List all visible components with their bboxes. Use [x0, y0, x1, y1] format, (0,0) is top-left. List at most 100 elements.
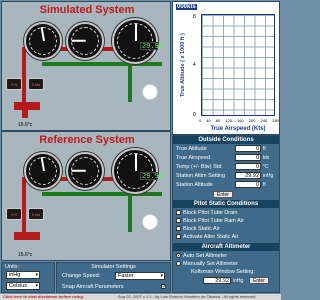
kollsman-enter-button[interactable]: Enter — [249, 277, 269, 284]
station-altim-setting-input[interactable]: 29.92 — [235, 172, 261, 179]
temperature-unit-select[interactable]: Celsius — [6, 282, 40, 290]
ref-altimeter-kollsman-window: 29.92 — [140, 172, 164, 181]
temp-deviation-unit: °C — [263, 164, 269, 170]
units-panel: Units: inHg Celsius — [1, 262, 55, 293]
block-pitot-ram-option[interactable]: Block Pitot Tube Ram Air — [176, 218, 244, 224]
ref-static-line — [42, 192, 162, 196]
change-speed-label: Change Speed: — [62, 273, 101, 279]
graph-ytick-8: 8 — [193, 14, 196, 20]
vertical-speed-indicator — [66, 22, 104, 60]
block-static-air-checkbox[interactable] — [176, 226, 181, 232]
graph-xtick: 240 — [260, 118, 268, 123]
outside-enter-button[interactable]: Enter — [213, 191, 233, 198]
static-port-gauge — [142, 84, 158, 100]
alternate-static-checkbox[interactable] — [176, 234, 181, 240]
reference-system-title: Reference System — [39, 134, 135, 146]
ref-static-line-down — [128, 192, 132, 232]
graph-xtick: 200 — [248, 118, 256, 123]
true-altitude-unit: ft — [263, 146, 266, 152]
ref-airspeed-indicator — [24, 152, 62, 190]
auto-set-altimeter-option[interactable]: Auto Set Altimeter — [176, 253, 227, 259]
simulator-settings-panel: Simulator Settings Change Speed: Faster … — [56, 262, 171, 293]
disclaimer-link[interactable]: Click here to view disclaimer before usi… — [3, 294, 84, 300]
block-pitot-drain-option[interactable]: Block Pitot Tube Drain — [176, 210, 237, 216]
true-altitude-label: True Altitude — [176, 146, 207, 152]
true-airspeed-unit: kts — [263, 155, 270, 161]
simulator-settings-header: Simulator Settings — [91, 264, 136, 270]
auto-set-radio[interactable] — [176, 253, 181, 259]
manual-set-label: Manually Set Altimeter — [183, 261, 238, 267]
graph-ytick-4: 4 — [193, 62, 196, 68]
temp-deviation-input[interactable]: 0 — [235, 163, 261, 170]
footer-bar: Click here to view disclaimer before usi… — [0, 294, 281, 300]
graph-xtick: 0 — [199, 118, 202, 123]
graph-xtick: 80 — [215, 118, 221, 123]
static-line — [42, 62, 162, 66]
altimeter — [112, 18, 158, 64]
graph-ytick-0: 0 — [193, 112, 196, 118]
kollsman-window-label: Kollsman Window Setting: — [191, 269, 255, 275]
station-altitude-unit: ft — [263, 182, 266, 188]
block-static-air-option[interactable]: Block Static Air — [176, 226, 220, 232]
alternate-static-label: Activate Alter Static Air — [183, 234, 239, 240]
pitot-tube — [14, 102, 40, 110]
manual-set-radio[interactable] — [176, 261, 181, 267]
true-altitude-input[interactable]: 0 — [235, 145, 261, 152]
manual-set-altimeter-option[interactable]: Manually Set Altimeter — [176, 261, 238, 267]
temperature-label: 15.6°c — [18, 122, 33, 128]
airspeed-indicator — [24, 22, 62, 60]
block-pitot-drain-label: Block Pitot Tube Drain — [183, 210, 238, 216]
graph-xtick: 120 — [225, 118, 232, 123]
block-static-air-label: Block Static Air — [183, 226, 220, 232]
ref-static-port-gauge — [142, 214, 158, 230]
static-line-down — [128, 62, 132, 102]
ref-vertical-speed-indicator — [66, 152, 104, 190]
snap-aircraft-parameters-checkbox[interactable] — [161, 284, 166, 289]
copyright-text: Aug 02, 2007 v 1.1 - by Luis Roberto Mon… — [118, 294, 256, 299]
controls-panel: Outside Conditions True Altitude 0 ft Tr… — [172, 135, 280, 293]
ref-pitot-tube — [14, 232, 40, 240]
ref-pitot-line-down — [22, 177, 26, 237]
graph-xticks: 0 40 80 120 160 200 240 280 — [199, 118, 279, 123]
auto-set-label: Auto Set Altimeter — [183, 253, 228, 259]
aircraft-altimeter-header: Aircraft Altimeter — [173, 243, 279, 251]
pressure-unit-select[interactable]: inHg — [6, 271, 40, 279]
station-altitude-label: Station Altitude — [176, 182, 213, 188]
small-speed-gauge: 0 kts — [28, 78, 44, 90]
altitude-airspeed-graph: 000kts True Altitude ( x 1000 ft ) 8 4 0… — [172, 1, 280, 135]
pitot-tube-base — [22, 110, 28, 118]
graph-y-axis-label: True Altitude ( x 1000 ft ) — [180, 33, 186, 97]
graph-x-axis-label: True Airspeed (Kts) — [210, 126, 266, 132]
block-pitot-drain-checkbox[interactable] — [176, 210, 181, 216]
outside-conditions-header: Outside Conditions — [173, 136, 279, 144]
snap-aircraft-parameters-label: Snap Aircraft Parameters — [62, 284, 124, 290]
alternate-static-option[interactable]: Activate Alter Static Air — [176, 234, 238, 240]
graph-xtick: 160 — [237, 118, 244, 123]
ref-temperature-label: 15.6°c — [18, 252, 33, 258]
station-altim-setting-label: Station Altim Setting — [176, 173, 226, 179]
graph-plot-area — [201, 14, 275, 116]
pitot-line-down — [22, 47, 26, 107]
block-pitot-ram-checkbox[interactable] — [176, 218, 181, 224]
temp-deviation-label: Temp (+/- Blw) Std — [176, 164, 222, 170]
units-label: Units: — [5, 264, 20, 270]
ref-small-altitude-gauge: 0 ft — [6, 208, 22, 220]
true-airspeed-label: True Airspeed — [176, 155, 211, 161]
simulated-system-panel: Simulated System 29.92 0 ft 0 kts 15.6°c — [1, 1, 171, 131]
station-altim-setting-unit: inHg — [263, 173, 274, 179]
reference-system-panel: Reference System 29.92 0 ft 0 kts 15.6°c — [1, 131, 171, 261]
change-speed-select[interactable]: Faster — [115, 272, 165, 280]
ref-altimeter — [112, 148, 158, 194]
kollsman-window-input[interactable]: 29.92 — [203, 277, 231, 284]
station-altitude-input[interactable]: 0 — [235, 181, 261, 188]
graph-xtick: 280 — [272, 118, 279, 123]
altimeter-kollsman-window: 29.92 — [140, 42, 164, 51]
graph-xtick: 40 — [206, 118, 211, 123]
graph-corner-label: 000kts — [176, 4, 197, 10]
ref-small-speed-gauge: 0 kts — [28, 208, 44, 220]
kollsman-unit: inHg — [233, 278, 244, 284]
pitot-static-header: Pitot Static Conditions — [173, 200, 279, 208]
simulated-system-title: Simulated System — [39, 4, 135, 16]
small-altitude-gauge: 0 ft — [6, 78, 22, 90]
true-airspeed-input[interactable]: 0 — [235, 154, 261, 161]
